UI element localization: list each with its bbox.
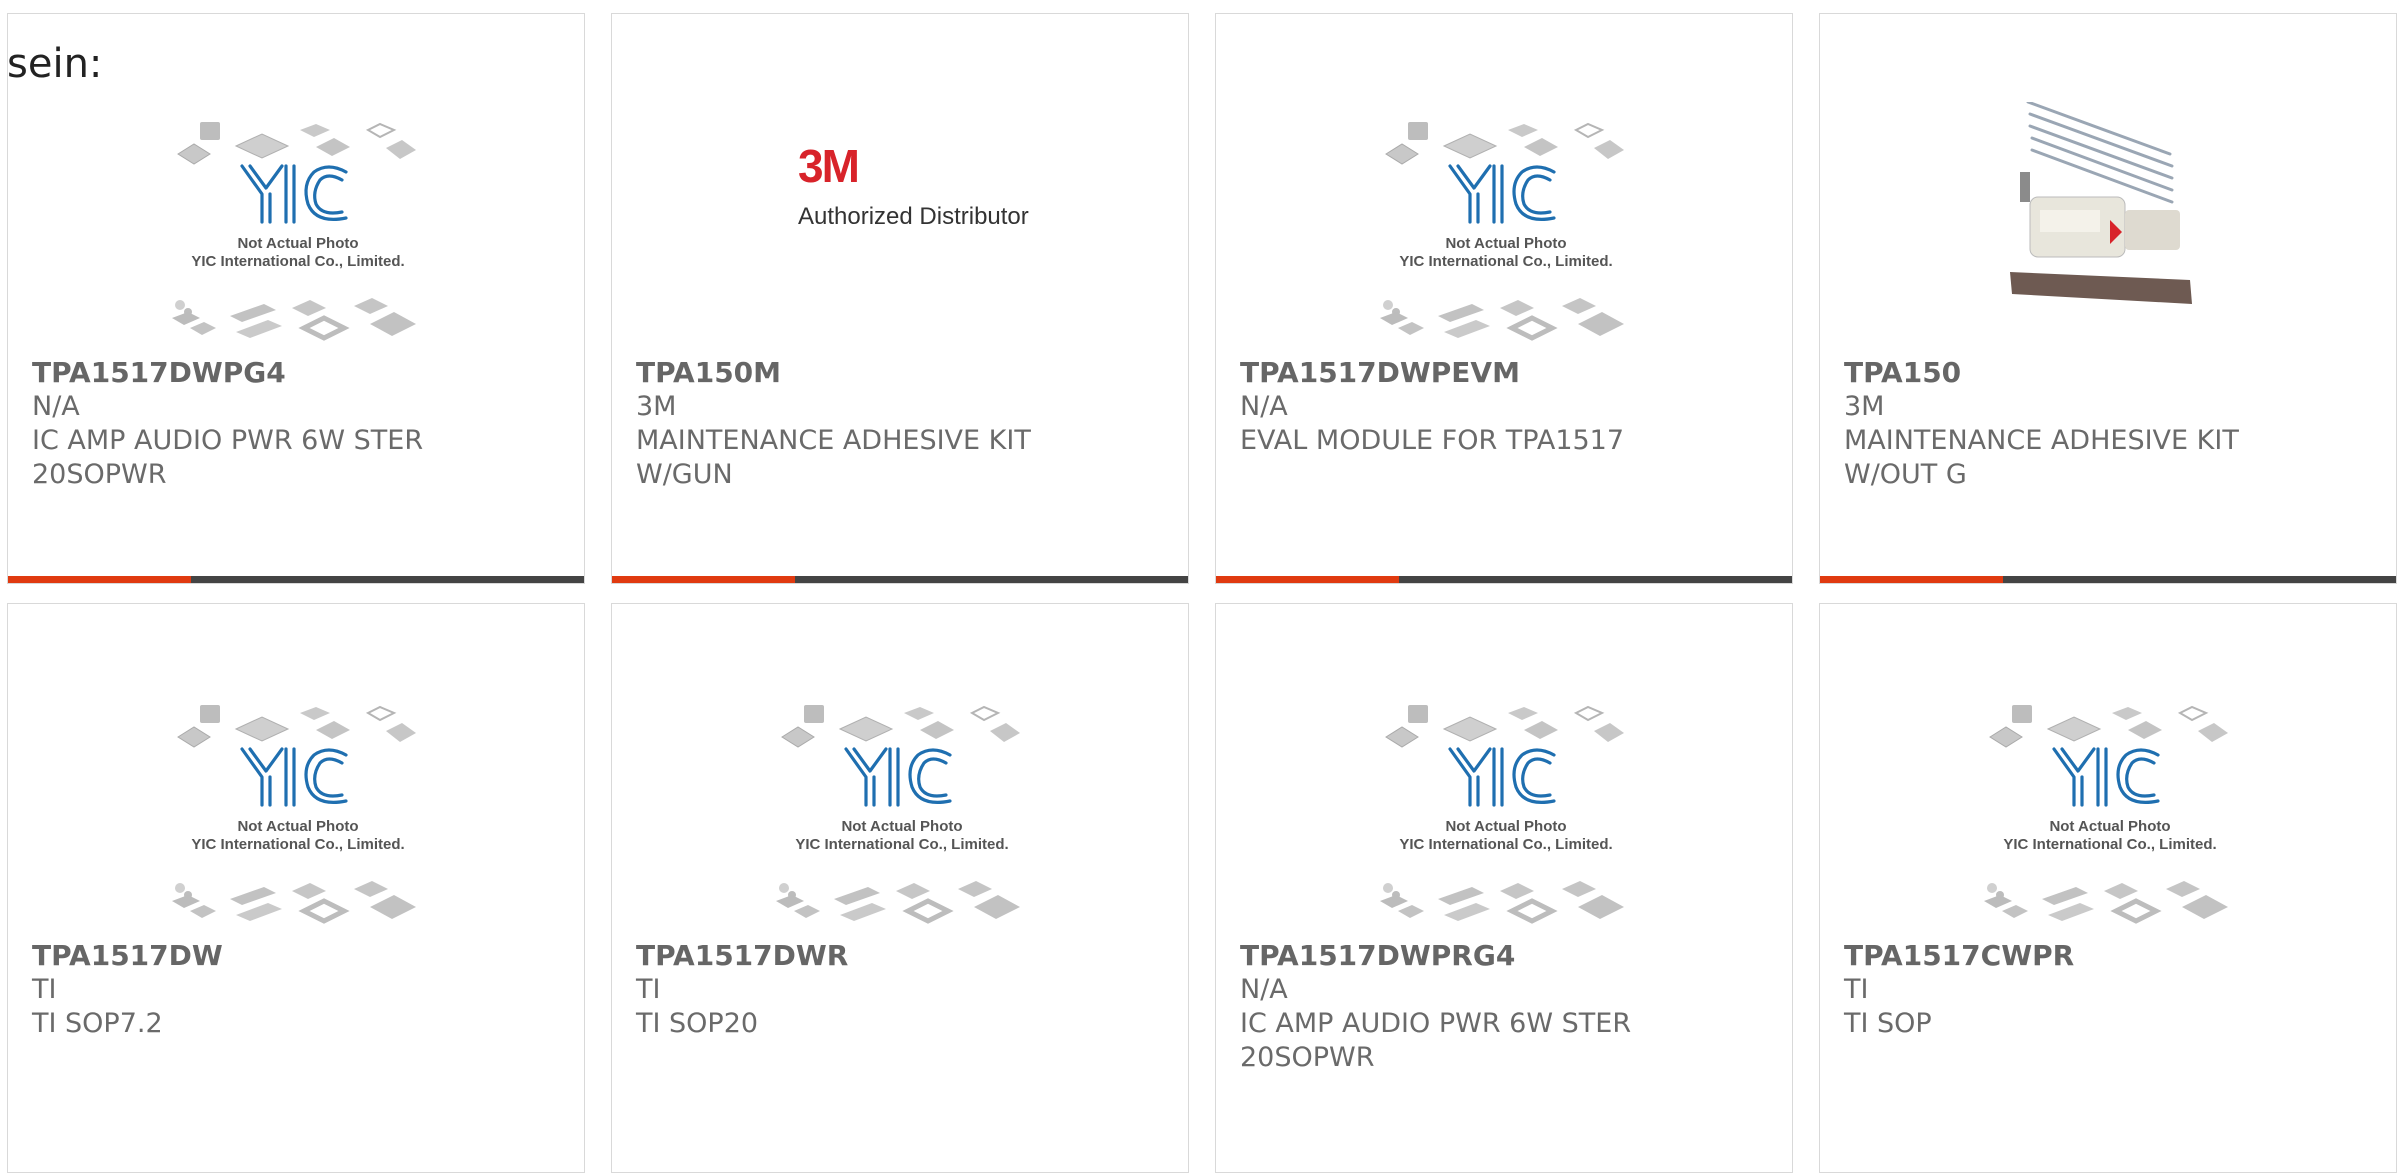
product-info: TPA1517DWPG4 N/A IC AMP AUDIO PWR 6W STE… bbox=[32, 356, 562, 492]
product-placeholder-image: Not Actual Photo YIC International Co., … bbox=[158, 102, 438, 352]
product-info: TPA150 3M MAINTENANCE ADHESIVE KIT W/OUT… bbox=[1844, 356, 2374, 492]
product-info: TPA1517DW TI TI SOP7.2 bbox=[32, 939, 562, 1041]
part-number-link[interactable]: TPA1517DWPG4 bbox=[32, 356, 562, 390]
product-placeholder-image: Not Actual Photo YIC International Co., … bbox=[762, 685, 1042, 935]
product-card[interactable]: Not Actual Photo YIC International Co., … bbox=[1819, 603, 2397, 1173]
card-bottom-bar bbox=[612, 576, 1188, 583]
3m-subtitle: Authorized Distributor bbox=[798, 203, 1029, 230]
3m-logo-image: 3M Authorized Distributor bbox=[762, 102, 1042, 352]
description: TI SOP7.2 bbox=[32, 1008, 163, 1039]
description: TI SOP20 bbox=[636, 1008, 759, 1039]
part-number-link[interactable]: TPA1517DWPRG4 bbox=[1240, 939, 1770, 973]
manufacturer: 3M bbox=[1844, 391, 1885, 422]
product-placeholder-image: Not Actual Photo YIC International Co., … bbox=[1366, 102, 1646, 352]
manufacturer: 3M bbox=[636, 391, 677, 422]
product-info: TPA150M 3M MAINTENANCE ADHESIVE KIT W/GU… bbox=[636, 356, 1166, 492]
manufacturer: TI bbox=[32, 974, 57, 1005]
card-accent-bar bbox=[1216, 576, 1399, 583]
adhesive-kit-photo bbox=[1970, 100, 2250, 352]
placeholder-caption-1: Not Actual Photo bbox=[237, 818, 358, 835]
product-card[interactable]: 3M Authorized Distributor TPA150M 3M MAI… bbox=[611, 13, 1189, 584]
placeholder-caption-1: Not Actual Photo bbox=[841, 818, 962, 835]
card-bottom-bar bbox=[1216, 576, 1792, 583]
card-accent-bar bbox=[612, 576, 795, 583]
product-grid: Not Actual Photo YIC International Co., … bbox=[0, 0, 2400, 1173]
placeholder-caption-2: YIC International Co., Limited. bbox=[191, 253, 404, 270]
description: TI SOP bbox=[1844, 1008, 1932, 1039]
part-number-link[interactable]: TPA1517DW bbox=[32, 939, 562, 973]
placeholder-caption-2: YIC International Co., Limited. bbox=[1399, 836, 1612, 853]
description: EVAL MODULE FOR TPA1517 bbox=[1240, 425, 1625, 456]
description: IC AMP AUDIO PWR 6W STER 20SOPWR bbox=[32, 425, 424, 490]
page-partial-text: sein: bbox=[7, 41, 103, 87]
card-bottom-bar bbox=[1820, 576, 2396, 583]
description: IC AMP AUDIO PWR 6W STER 20SOPWR bbox=[1240, 1008, 1632, 1073]
product-card[interactable]: TPA150 3M MAINTENANCE ADHESIVE KIT W/OUT… bbox=[1819, 13, 2397, 584]
part-number-link[interactable]: TPA150 bbox=[1844, 356, 2374, 390]
3m-logo-text: 3M bbox=[798, 140, 858, 192]
description: MAINTENANCE ADHESIVE KIT W/OUT G bbox=[1844, 425, 2239, 490]
placeholder-caption-1: Not Actual Photo bbox=[2049, 818, 2170, 835]
manufacturer: TI bbox=[636, 974, 661, 1005]
product-card[interactable]: Not Actual Photo YIC International Co., … bbox=[1215, 603, 1793, 1173]
manufacturer: N/A bbox=[1240, 391, 1288, 422]
manufacturer: N/A bbox=[32, 391, 80, 422]
product-card[interactable]: Not Actual Photo YIC International Co., … bbox=[7, 13, 585, 584]
part-number-link[interactable]: TPA150M bbox=[636, 356, 1166, 390]
part-number-link[interactable]: TPA1517CWPR bbox=[1844, 939, 2374, 973]
placeholder-caption-2: YIC International Co., Limited. bbox=[2003, 836, 2216, 853]
description: MAINTENANCE ADHESIVE KIT W/GUN bbox=[636, 425, 1031, 490]
manufacturer: TI bbox=[1844, 974, 1869, 1005]
product-card[interactable]: Not Actual Photo YIC International Co., … bbox=[7, 603, 585, 1173]
product-placeholder-image: Not Actual Photo YIC International Co., … bbox=[1366, 685, 1646, 935]
product-info: TPA1517DWR TI TI SOP20 bbox=[636, 939, 1166, 1041]
part-number-link[interactable]: TPA1517DWPEVM bbox=[1240, 356, 1770, 390]
card-accent-bar bbox=[1820, 576, 2003, 583]
product-info: TPA1517DWPRG4 N/A IC AMP AUDIO PWR 6W ST… bbox=[1240, 939, 1770, 1075]
part-number-link[interactable]: TPA1517DWR bbox=[636, 939, 1166, 973]
placeholder-caption-2: YIC International Co., Limited. bbox=[191, 836, 404, 853]
placeholder-caption-1: Not Actual Photo bbox=[237, 235, 358, 252]
placeholder-caption-1: Not Actual Photo bbox=[1445, 235, 1566, 252]
placeholder-caption-2: YIC International Co., Limited. bbox=[795, 836, 1008, 853]
product-card[interactable]: Not Actual Photo YIC International Co., … bbox=[1215, 13, 1793, 584]
product-placeholder-image: Not Actual Photo YIC International Co., … bbox=[1970, 685, 2250, 935]
product-info: TPA1517CWPR TI TI SOP bbox=[1844, 939, 2374, 1041]
manufacturer: N/A bbox=[1240, 974, 1288, 1005]
placeholder-caption-2: YIC International Co., Limited. bbox=[1399, 253, 1612, 270]
card-bottom-bar bbox=[8, 576, 584, 583]
card-accent-bar bbox=[8, 576, 191, 583]
product-info: TPA1517DWPEVM N/A EVAL MODULE FOR TPA151… bbox=[1240, 356, 1770, 458]
product-card[interactable]: Not Actual Photo YIC International Co., … bbox=[611, 603, 1189, 1173]
product-placeholder-image: Not Actual Photo YIC International Co., … bbox=[158, 685, 438, 935]
placeholder-caption-1: Not Actual Photo bbox=[1445, 818, 1566, 835]
